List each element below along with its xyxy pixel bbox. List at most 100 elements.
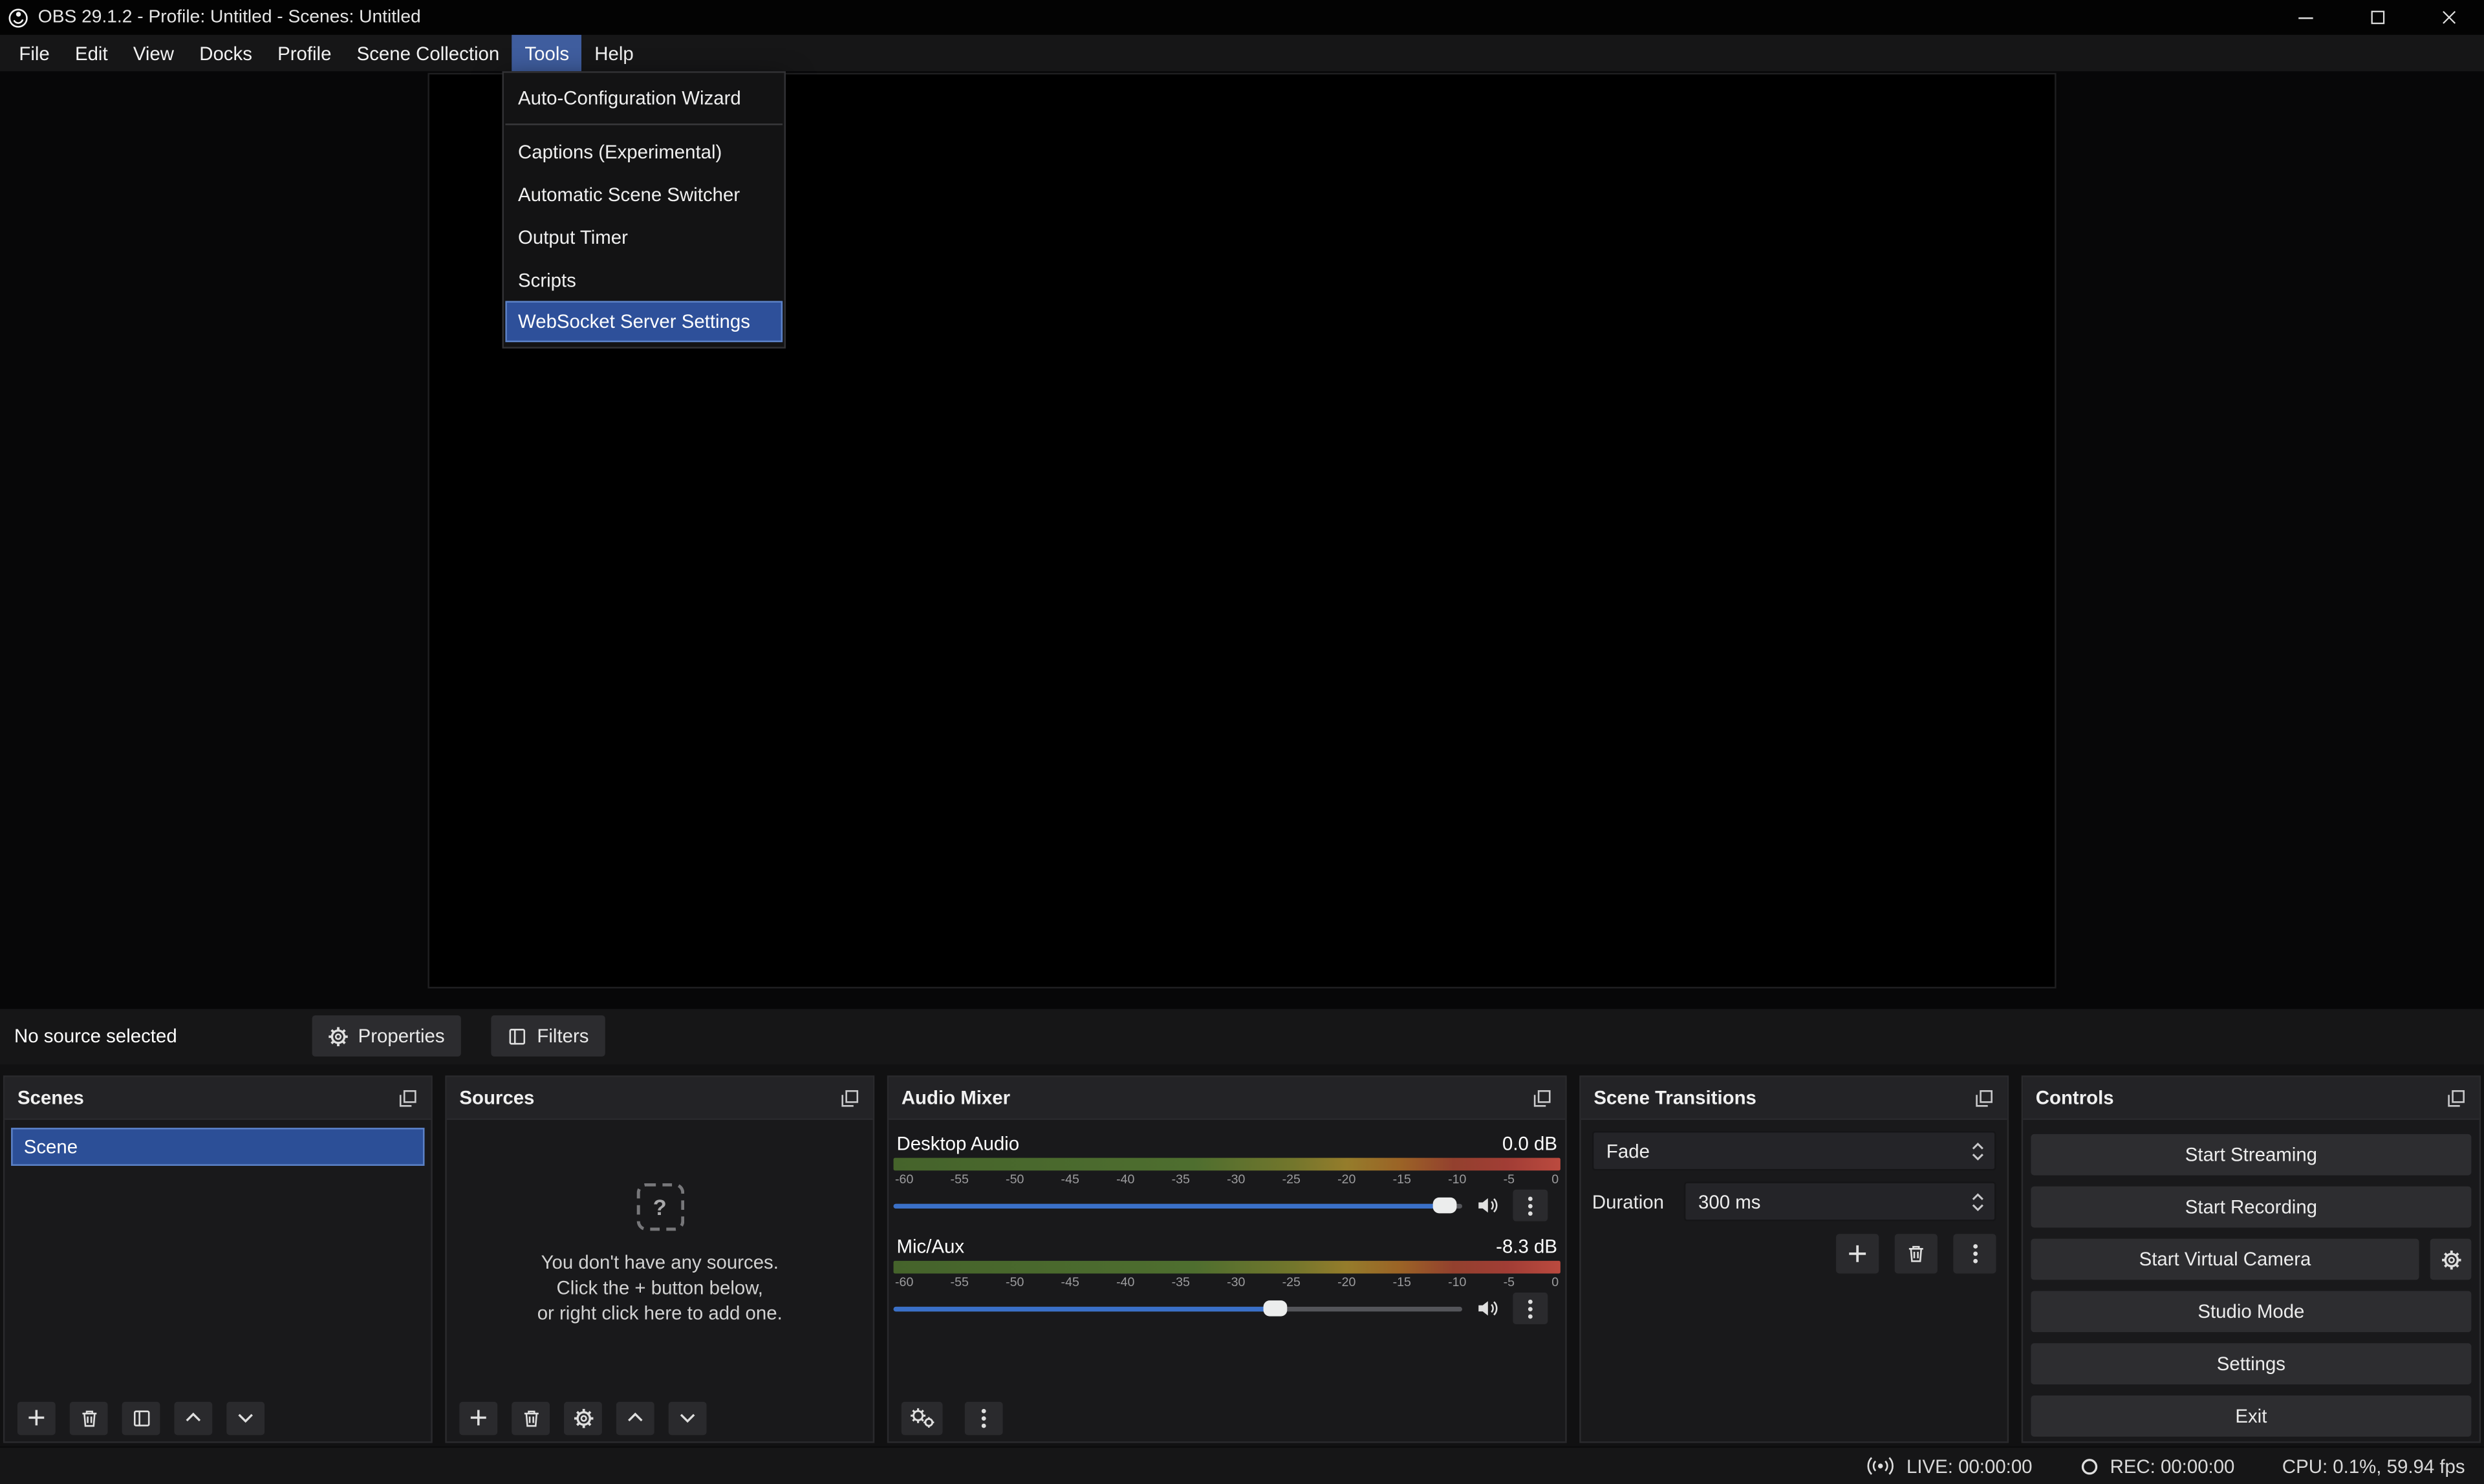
properties-button[interactable]: Properties <box>312 1015 461 1057</box>
menu-edit[interactable]: Edit <box>62 35 120 71</box>
source-properties-button[interactable] <box>564 1401 602 1434</box>
volume-slider[interactable] <box>894 1190 1462 1221</box>
filters-button[interactable]: Filters <box>491 1015 605 1057</box>
remove-source-button[interactable] <box>512 1401 550 1434</box>
close-icon <box>2441 10 2456 25</box>
scene-list[interactable]: Scene <box>5 1120 431 1394</box>
menu-item-automatic-scene-switcher[interactable]: Automatic Scene Switcher <box>504 173 784 215</box>
remove-scene-button[interactable] <box>70 1401 108 1434</box>
scenes-panel-title: Scenes <box>17 1086 84 1108</box>
popout-icon[interactable] <box>2446 1088 2467 1108</box>
sources-toolbar <box>447 1394 873 1441</box>
tick-label: -30 <box>1227 1172 1245 1187</box>
sources-panel-title: Sources <box>459 1086 534 1108</box>
minimize-button[interactable] <box>2270 0 2341 35</box>
menu-help[interactable]: Help <box>582 35 647 71</box>
popout-icon[interactable] <box>398 1088 418 1108</box>
scene-down-button[interactable] <box>226 1401 265 1434</box>
tick-label: -5 <box>1504 1172 1515 1187</box>
audio-mixer-panel: Audio Mixer Desktop Audio 0.0 dB -60-55-… <box>887 1075 1567 1443</box>
popout-icon[interactable] <box>1974 1088 1994 1108</box>
record-status: REC: 00:00:00 <box>2080 1455 2234 1477</box>
record-icon <box>2080 1456 2099 1475</box>
start-virtual-camera-button[interactable]: Start Virtual Camera <box>2031 1239 2419 1280</box>
mic-aux-options-button[interactable] <box>1513 1293 1548 1324</box>
audio-mixer-panel-title: Audio Mixer <box>902 1086 1010 1108</box>
mixer-channels: Desktop Audio 0.0 dB -60-55-50-45-40-35-… <box>889 1120 1565 1394</box>
menu-file[interactable]: File <box>6 35 63 71</box>
scene-transitions-panel-title: Scene Transitions <box>1593 1086 1756 1108</box>
menu-item-auto-configuration-wizard[interactable]: Auto-Configuration Wizard <box>504 76 784 119</box>
popout-icon[interactable] <box>839 1088 860 1108</box>
kebab-icon <box>1527 1195 1533 1216</box>
tick-label: -15 <box>1393 1275 1411 1289</box>
popout-icon[interactable] <box>1532 1088 1553 1108</box>
menu-tools[interactable]: Tools <box>512 35 582 71</box>
no-source-selected-label: No source selected <box>14 1025 177 1047</box>
menu-item-scripts[interactable]: Scripts <box>504 258 784 301</box>
gear-icon <box>328 1026 349 1046</box>
tick-label: -50 <box>1006 1275 1024 1289</box>
duration-spinbox[interactable]: 300 ms <box>1684 1181 1996 1221</box>
settings-button[interactable]: Settings <box>2031 1343 2471 1384</box>
menu-item-output-timer[interactable]: Output Timer <box>504 215 784 258</box>
source-up-button[interactable] <box>616 1401 654 1434</box>
volume-slider[interactable] <box>894 1293 1462 1324</box>
volume-slider-handle[interactable] <box>1433 1198 1457 1213</box>
maximize-button[interactable] <box>2342 0 2413 35</box>
gear-icon <box>573 1407 594 1428</box>
advanced-audio-properties-button[interactable] <box>902 1401 943 1434</box>
menu-docks[interactable]: Docks <box>187 35 265 71</box>
desktop-audio-options-button[interactable] <box>1513 1190 1548 1221</box>
tick-label: -35 <box>1172 1275 1190 1289</box>
obs-window: OBS 29.1.2 - Profile: Untitled - Scenes:… <box>0 0 2484 1484</box>
channel-level-db: -8.3 dB <box>1496 1234 1557 1256</box>
start-streaming-button[interactable]: Start Streaming <box>2031 1134 2471 1176</box>
add-scene-button[interactable] <box>17 1401 56 1434</box>
menu-scene-collection[interactable]: Scene Collection <box>344 35 512 71</box>
audio-mixer-panel-header[interactable]: Audio Mixer <box>889 1077 1565 1120</box>
scene-up-button[interactable] <box>174 1401 212 1434</box>
audio-mixer-options-button[interactable] <box>965 1401 1003 1434</box>
scene-list-item[interactable]: Scene <box>11 1128 424 1166</box>
plus-icon <box>27 1408 46 1427</box>
remove-transition-button[interactable] <box>1895 1234 1938 1273</box>
scenes-toolbar <box>5 1394 431 1441</box>
tick-label: -60 <box>895 1172 913 1187</box>
menu-item-websocket-server-settings[interactable]: WebSocket Server Settings <box>505 301 783 342</box>
speaker-icon[interactable] <box>1476 1297 1498 1319</box>
controls-panel-header[interactable]: Controls <box>2023 1077 2479 1120</box>
plus-icon <box>1847 1243 1868 1264</box>
speaker-icon[interactable] <box>1476 1194 1498 1216</box>
studio-mode-button[interactable]: Studio Mode <box>2031 1291 2471 1332</box>
close-button[interactable] <box>2413 0 2484 35</box>
transition-select[interactable]: Fade <box>1592 1131 1996 1170</box>
scenes-panel-header[interactable]: Scenes <box>5 1077 431 1120</box>
channel-level-db: 0.0 dB <box>1502 1132 1557 1154</box>
source-toolbar: No source selected Properties Filters <box>0 1009 2484 1064</box>
volume-meter <box>894 1261 1561 1274</box>
stream-status: LIVE: 00:00:00 <box>1867 1455 2033 1477</box>
volume-meter <box>894 1158 1561 1171</box>
tick-label: -40 <box>1116 1275 1134 1289</box>
source-list[interactable]: ? You don't have any sources. Click the … <box>447 1120 873 1394</box>
exit-button[interactable]: Exit <box>2031 1395 2471 1437</box>
tick-label: -30 <box>1227 1275 1245 1289</box>
scene-name: Scene <box>24 1135 78 1157</box>
sources-panel-header[interactable]: Sources <box>447 1077 873 1120</box>
tick-label: 0 <box>1551 1275 1559 1289</box>
menu-view[interactable]: View <box>120 35 186 71</box>
add-source-button[interactable] <box>459 1401 497 1434</box>
virtual-camera-config-button[interactable] <box>2430 1239 2472 1280</box>
scene-filters-button[interactable] <box>122 1401 160 1434</box>
volume-slider-handle[interactable] <box>1262 1300 1286 1316</box>
add-transition-button[interactable] <box>1836 1234 1879 1273</box>
source-down-button[interactable] <box>669 1401 707 1434</box>
menu-profile[interactable]: Profile <box>265 35 345 71</box>
spinner-arrows-icon <box>1971 1140 1985 1162</box>
scene-transitions-panel-header[interactable]: Scene Transitions <box>1581 1077 2007 1120</box>
filter-icon <box>507 1026 528 1046</box>
menu-item-captions[interactable]: Captions (Experimental) <box>504 130 784 173</box>
transition-options-button[interactable] <box>1953 1234 1996 1273</box>
start-recording-button[interactable]: Start Recording <box>2031 1187 2471 1228</box>
